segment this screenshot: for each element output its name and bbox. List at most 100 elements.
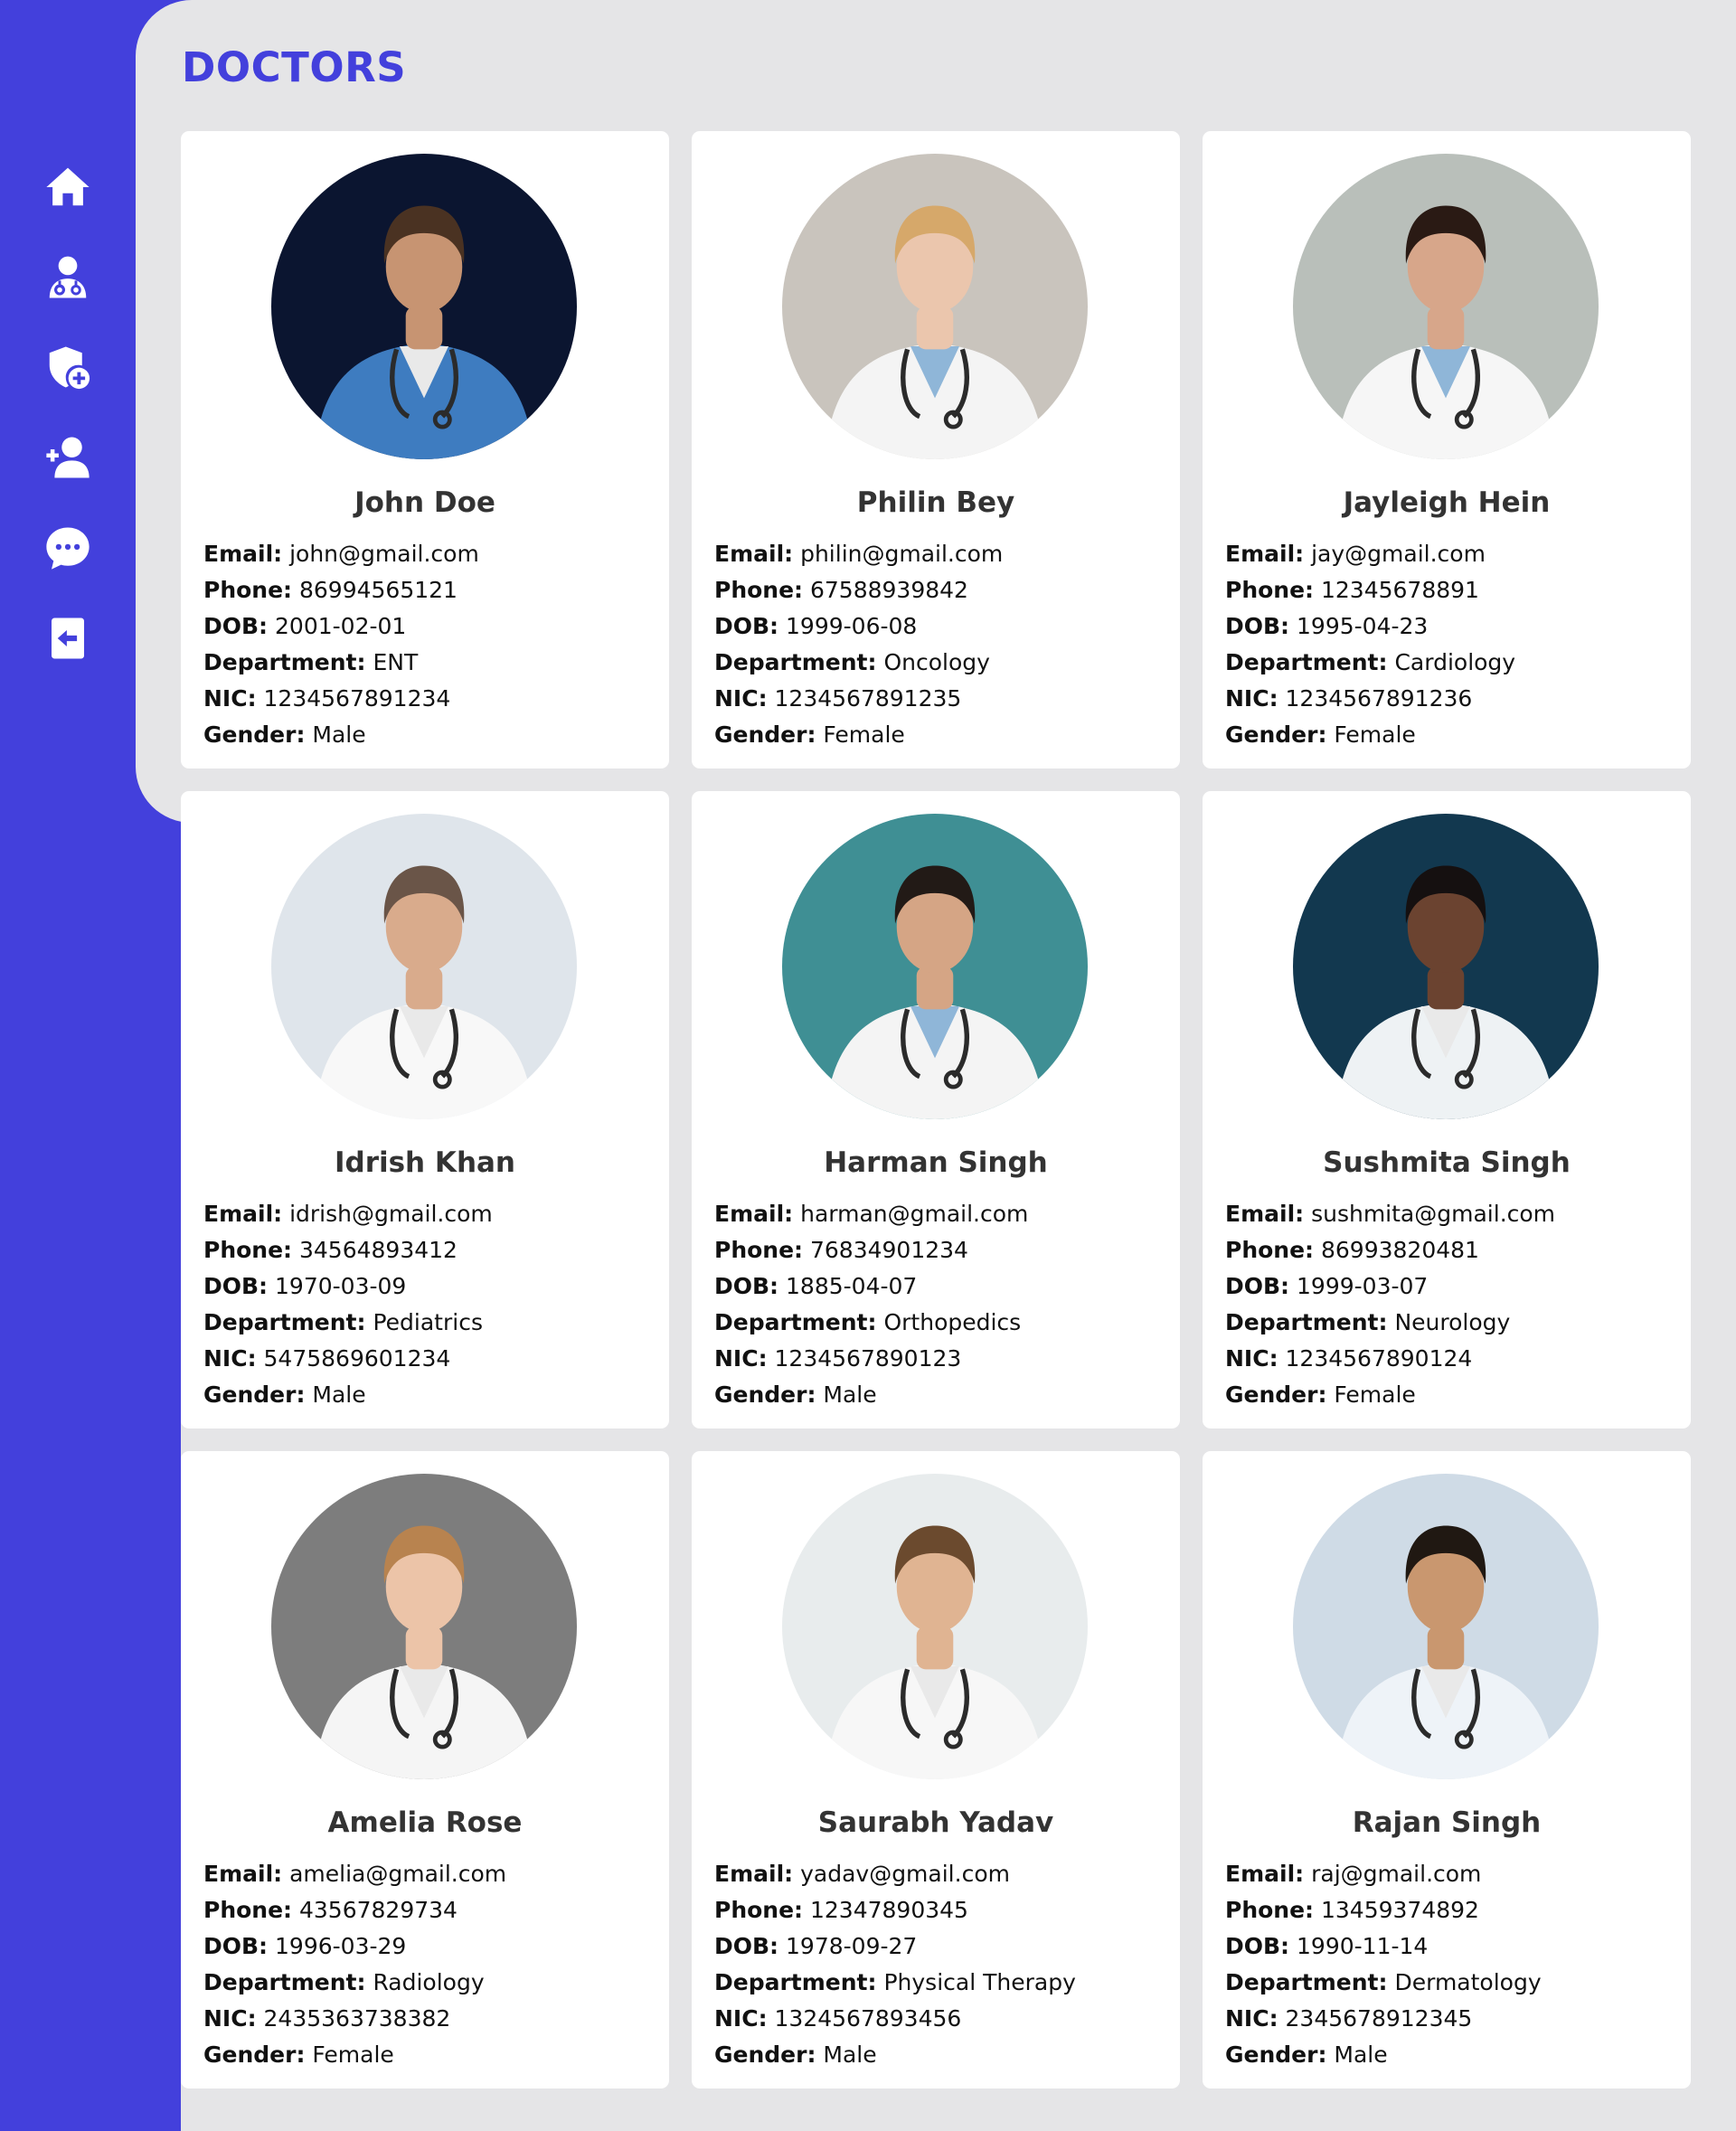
nic-value: 2345678912345	[1285, 2005, 1473, 2032]
gender-label: Gender:	[714, 2041, 816, 2068]
phone-label: Phone:	[714, 577, 804, 603]
doctor-phone: Phone: 67588939842	[714, 572, 1171, 608]
doctor-card[interactable]: Jayleigh Hein Email: jay@gmail.com Phone…	[1203, 131, 1691, 768]
doctor-card[interactable]: Idrish Khan Email: idrish@gmail.com Phon…	[181, 791, 669, 1429]
nav-home[interactable]	[41, 160, 95, 214]
dob-label: DOB:	[1225, 1273, 1290, 1299]
doctor-details: Email: yadav@gmail.com Phone: 1234789034…	[714, 1856, 1171, 2073]
doctor-name: Saurabh Yadav	[817, 1806, 1054, 1839]
doctor-photo	[782, 814, 1088, 1119]
department-label: Department:	[1225, 1969, 1388, 1995]
doctor-details: Email: harman@gmail.com Phone: 768349012…	[714, 1196, 1171, 1413]
doctor-phone: Phone: 13459374892	[1225, 1892, 1682, 1928]
doctor-card[interactable]: Saurabh Yadav Email: yadav@gmail.com Pho…	[692, 1451, 1180, 2089]
gender-value: Male	[312, 1381, 366, 1408]
dob-label: DOB:	[1225, 1933, 1290, 1959]
phone-value: 76834901234	[810, 1237, 968, 1263]
doctor-details: Email: amelia@gmail.com Phone: 435678297…	[203, 1856, 660, 2073]
doctor-department: Department: Radiology	[203, 1965, 660, 2001]
doctor-name: Sushmita Singh	[1323, 1146, 1571, 1179]
doctor-details: Email: raj@gmail.com Phone: 13459374892 …	[1225, 1856, 1682, 2073]
doctor-name: Jayleigh Hein	[1343, 486, 1551, 519]
nav-shield[interactable]	[41, 340, 95, 394]
doctor-card[interactable]: Sushmita Singh Email: sushmita@gmail.com…	[1203, 791, 1691, 1429]
doctor-dob: DOB: 2001-02-01	[203, 608, 660, 645]
gender-label: Gender:	[1225, 1381, 1327, 1408]
doctor-photo-image	[271, 814, 577, 1119]
department-label: Department:	[203, 649, 366, 675]
logout-icon	[52, 618, 84, 659]
gender-value: Male	[823, 2041, 877, 2068]
doctor-gender: Gender: Male	[203, 717, 660, 753]
department-value: ENT	[373, 649, 419, 675]
gender-label: Gender:	[203, 1381, 306, 1408]
phone-value: 34564893412	[299, 1237, 458, 1263]
doctor-details: Email: john@gmail.com Phone: 86994565121…	[203, 536, 660, 753]
doctor-photo-image	[1293, 1474, 1599, 1779]
gender-value: Male	[823, 1381, 877, 1408]
doctor-phone: Phone: 34564893412	[203, 1232, 660, 1268]
doctor-name: Idrish Khan	[334, 1146, 516, 1179]
dob-value: 1999-06-08	[786, 613, 918, 639]
nic-value: 1234567891236	[1285, 685, 1473, 712]
doctor-nic: NIC: 5475869601234	[203, 1341, 660, 1377]
doctor-card[interactable]: Rajan Singh Email: raj@gmail.com Phone: …	[1203, 1451, 1691, 2089]
doctor-phone: Phone: 86994565121	[203, 572, 660, 608]
chat-icon	[46, 527, 90, 570]
doctor-name: Philin Bey	[856, 486, 1015, 519]
nav-add-user[interactable]	[41, 430, 95, 485]
doctor-details: Email: philin@gmail.com Phone: 675889398…	[714, 536, 1171, 753]
dob-value: 1999-03-07	[1297, 1273, 1429, 1299]
department-label: Department:	[714, 1309, 877, 1335]
doctor-card[interactable]: Harman Singh Email: harman@gmail.com Pho…	[692, 791, 1180, 1429]
nic-value: 5475869601234	[263, 1345, 451, 1372]
doctor-photo	[782, 154, 1088, 459]
doctor-card[interactable]: Amelia Rose Email: amelia@gmail.com Phon…	[181, 1451, 669, 2089]
gender-value: Male	[1334, 2041, 1388, 2068]
add-user-icon	[46, 437, 90, 478]
dob-value: 2001-02-01	[275, 613, 407, 639]
phone-value: 86994565121	[299, 577, 458, 603]
doctor-email: Email: yadav@gmail.com	[714, 1856, 1171, 1892]
dob-label: DOB:	[1225, 613, 1290, 639]
doctor-nic: NIC: 1234567891236	[1225, 681, 1682, 717]
doctor-name: Rajan Singh	[1352, 1806, 1542, 1839]
doctor-nic: NIC: 1234567890124	[1225, 1341, 1682, 1377]
gender-label: Gender:	[1225, 721, 1327, 748]
email-value: jay@gmail.com	[1311, 541, 1486, 567]
nic-value: 1234567891235	[774, 685, 962, 712]
nav-logout[interactable]	[41, 611, 95, 665]
dob-label: DOB:	[203, 1273, 269, 1299]
phone-label: Phone:	[203, 1897, 293, 1923]
email-value: idrish@gmail.com	[289, 1201, 493, 1227]
nic-label: NIC:	[203, 2005, 257, 2032]
dob-value: 1996-03-29	[275, 1933, 407, 1959]
nic-label: NIC:	[203, 1345, 257, 1372]
doctor-dob: DOB: 1996-03-29	[203, 1928, 660, 1965]
doctor-department: Department: Physical Therapy	[714, 1965, 1171, 2001]
shield-plus-icon	[49, 346, 90, 390]
nav-doctors[interactable]	[41, 250, 95, 305]
doctor-card[interactable]: John Doe Email: john@gmail.com Phone: 86…	[181, 131, 669, 768]
doctor-dob: DOB: 1978-09-27	[714, 1928, 1171, 1965]
doctor-dob: DOB: 1999-06-08	[714, 608, 1171, 645]
doctor-photo	[1293, 1474, 1599, 1779]
doctor-details: Email: jay@gmail.com Phone: 12345678891 …	[1225, 536, 1682, 753]
department-value: Cardiology	[1394, 649, 1516, 675]
doctor-card[interactable]: Philin Bey Email: philin@gmail.com Phone…	[692, 131, 1180, 768]
nav-chat[interactable]	[41, 521, 95, 575]
dob-label: DOB:	[714, 1933, 779, 1959]
doctor-email: Email: sushmita@gmail.com	[1225, 1196, 1682, 1232]
doctor-email: Email: philin@gmail.com	[714, 536, 1171, 572]
email-label: Email:	[714, 1861, 794, 1887]
doctor-photo-image	[782, 154, 1088, 459]
gender-value: Female	[1334, 1381, 1416, 1408]
doctor-gender: Gender: Female	[203, 2037, 660, 2073]
gender-value: Female	[1334, 721, 1416, 748]
phone-label: Phone:	[714, 1237, 804, 1263]
department-value: Radiology	[373, 1969, 485, 1995]
nic-value: 2435363738382	[263, 2005, 451, 2032]
doctor-dob: DOB: 1885-04-07	[714, 1268, 1171, 1305]
doctor-department: Department: Dermatology	[1225, 1965, 1682, 2001]
doctor-name: John Doe	[354, 486, 495, 519]
